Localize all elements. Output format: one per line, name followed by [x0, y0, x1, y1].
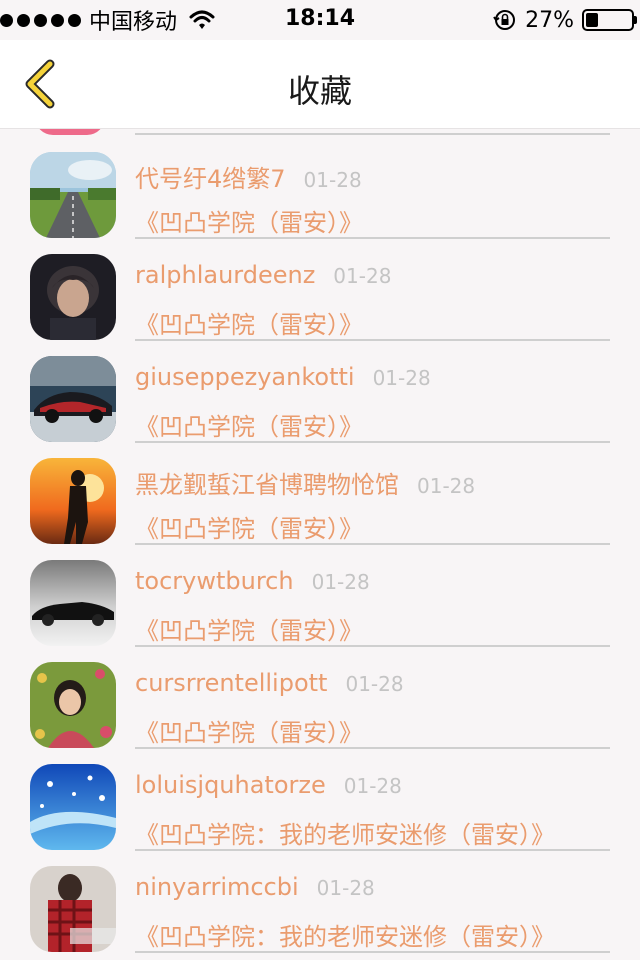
- username[interactable]: tocrywtburch: [135, 567, 294, 595]
- row-divider: [135, 951, 610, 953]
- red-plaid-avatar[interactable]: [30, 866, 116, 952]
- date-label: 01-28: [333, 264, 392, 288]
- date-label: 01-28: [316, 876, 375, 900]
- date-label: 01-28: [345, 672, 404, 696]
- work-title[interactable]: 《凹凸学院：我的老师安迷修（雷安）》: [135, 917, 555, 952]
- date-label: 01-28: [343, 774, 402, 798]
- username[interactable]: giuseppezyankotti: [135, 363, 355, 391]
- username[interactable]: 黑龙觐蜇江省博聘物怆馆: [135, 465, 399, 500]
- username[interactable]: 代号纡4绺繁7: [135, 159, 286, 194]
- navigation-bar: 收藏: [0, 40, 640, 129]
- username[interactable]: cursrrentellipott: [135, 669, 327, 697]
- sunset-silhouette-avatar[interactable]: [30, 458, 116, 544]
- classic-car-avatar[interactable]: [30, 560, 116, 646]
- date-label: 01-28: [417, 474, 476, 498]
- portrait-avatar[interactable]: [30, 254, 116, 340]
- rotation-lock-icon: [493, 10, 516, 30]
- date-label: 01-28: [372, 366, 431, 390]
- list-item[interactable]: ralphlaurdeenz 01-28 《凹凸学院（雷安）》: [0, 231, 640, 341]
- sports-car-avatar[interactable]: [30, 356, 116, 442]
- status-right: 27%: [493, 6, 637, 34]
- favorites-list[interactable]: 代号纡4绺繁7 01-28 《凹凸学院（雷安）》 ralphlaurdeenz …: [0, 129, 640, 960]
- list-item[interactable]: tocrywtburch 01-28 《凹凸学院（雷安）》: [0, 537, 640, 647]
- battery-percent: 27%: [525, 7, 574, 33]
- status-bar: 中国移动 18:14 27%: [0, 0, 640, 40]
- list-item[interactable]: 黑龙觐蜇江省博聘物怆馆 01-28 《凹凸学院（雷安）》: [0, 435, 640, 545]
- date-label: 01-28: [311, 570, 370, 594]
- username[interactable]: ralphlaurdeenz: [135, 261, 315, 289]
- page-title: 收藏: [287, 72, 352, 110]
- list-item[interactable]: ninyarrimccbi 01-28 《凹凸学院：我的老师安迷修（雷安）》: [0, 843, 640, 953]
- list-item[interactable]: cursrrentellipott 01-28 《凹凸学院（雷安）》: [0, 639, 640, 749]
- blue-snowflake-avatar[interactable]: [30, 764, 116, 850]
- road-landscape-avatar[interactable]: [30, 152, 116, 238]
- list-item[interactable]: 代号纡4绺繁7 01-28 《凹凸学院（雷安）》: [0, 129, 640, 239]
- battery-icon: [582, 9, 637, 31]
- list-item[interactable]: loluisjquhatorze 01-28 《凹凸学院：我的老师安迷修（雷安）…: [0, 741, 640, 851]
- list-item[interactable]: giuseppezyankotti 01-28 《凹凸学院（雷安）》: [0, 333, 640, 443]
- username[interactable]: ninyarrimccbi: [135, 873, 299, 901]
- date-label: 01-28: [303, 168, 362, 192]
- girl-flowers-avatar[interactable]: [30, 662, 116, 748]
- username[interactable]: loluisjquhatorze: [135, 771, 326, 799]
